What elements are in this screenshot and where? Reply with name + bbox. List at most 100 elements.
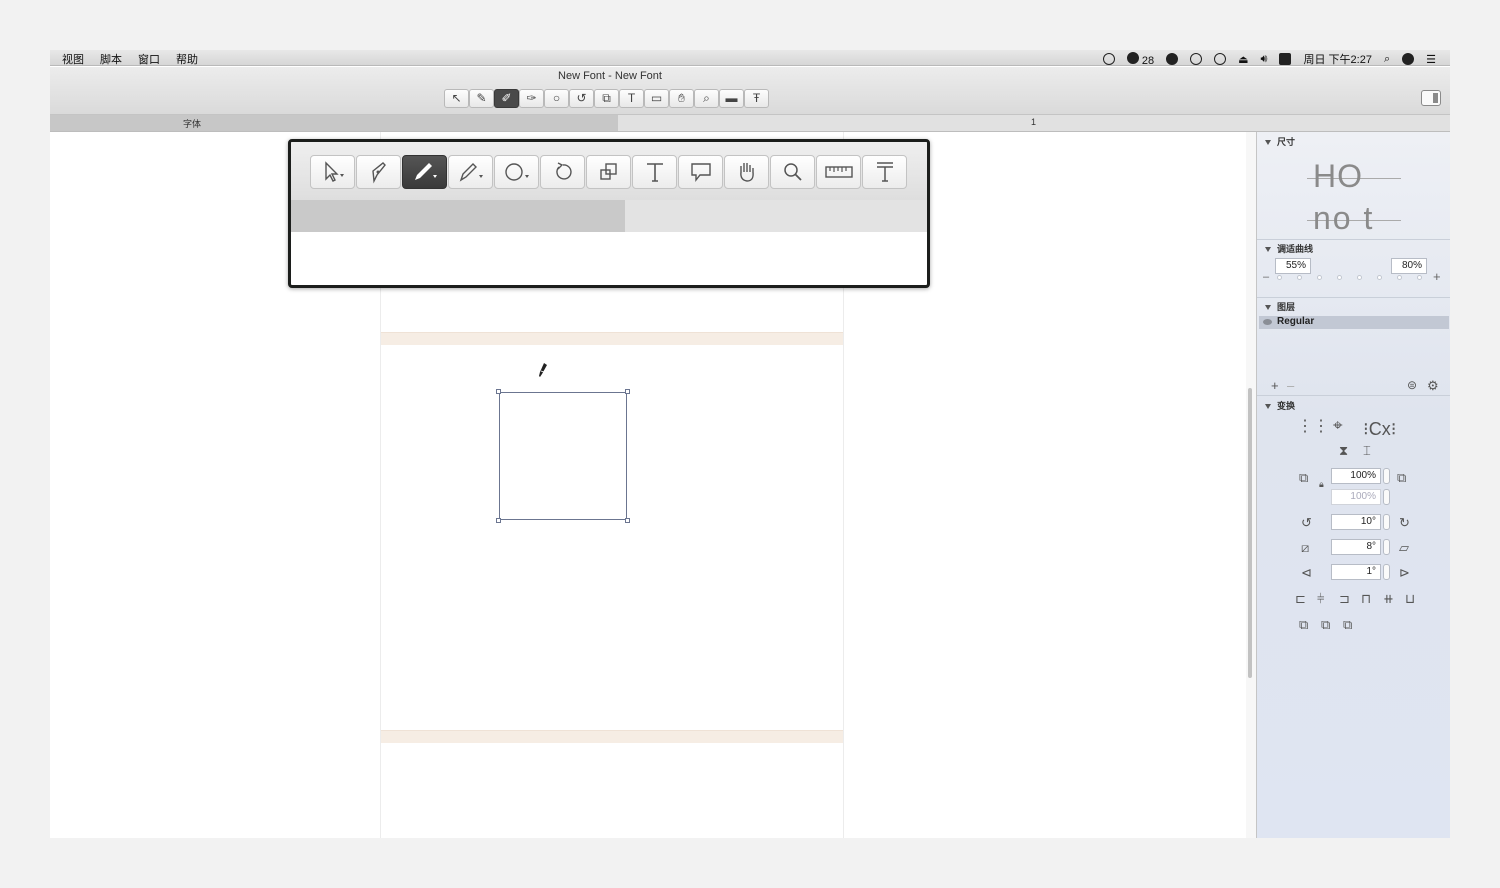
shape-circle-icon[interactable]: ○ xyxy=(544,89,569,108)
section-transform-header[interactable]: 变换 xyxy=(1265,399,1295,412)
tab-glyph[interactable]: 1 xyxy=(618,115,1450,131)
select-arrow-icon[interactable] xyxy=(310,155,355,189)
notification-center-icon[interactable]: ☰ xyxy=(1426,53,1436,66)
rotate-stepper[interactable] xyxy=(1383,514,1390,530)
scale-icon[interactable]: ⧉ xyxy=(594,89,619,108)
measure-ruler-icon[interactable] xyxy=(816,155,861,189)
remove-layer-icon[interactable]: – xyxy=(1287,379,1294,392)
draw-pen-icon[interactable] xyxy=(356,155,401,189)
siri-icon[interactable] xyxy=(1402,53,1415,65)
sync-status-icon[interactable] xyxy=(1102,53,1115,65)
minus-icon[interactable]: – xyxy=(1263,272,1269,283)
drawn-rectangle-path[interactable] xyxy=(496,389,630,523)
scale-x-field[interactable]: 100% xyxy=(1331,468,1381,484)
transform-origin-crosshair-icon[interactable]: ⌖ xyxy=(1333,417,1343,434)
scrollbar-thumb[interactable] xyxy=(1248,388,1252,678)
menu-help[interactable]: 帮助 xyxy=(176,51,198,67)
flip-horizontal-icon[interactable]: ⧗ xyxy=(1339,444,1348,457)
slant-field[interactable]: 8° xyxy=(1331,539,1381,555)
align-left-icon[interactable]: ⊏ xyxy=(1295,592,1306,605)
hand-icon[interactable]: ✋︎ xyxy=(669,89,694,108)
fit-curve-dot[interactable] xyxy=(1357,275,1362,280)
zoom-icon[interactable] xyxy=(770,155,815,189)
rotate-field[interactable]: 10° xyxy=(1331,514,1381,530)
add-layer-icon[interactable]: + xyxy=(1271,379,1279,392)
sidebar-toggle-button[interactable] xyxy=(1421,90,1441,106)
path-node[interactable] xyxy=(625,389,630,394)
fit-curve-dot[interactable] xyxy=(1277,275,1282,280)
scale-y-stepper[interactable] xyxy=(1383,489,1390,505)
rotate-icon[interactable] xyxy=(540,155,585,189)
slant-left-icon[interactable]: ⧄ xyxy=(1301,541,1309,554)
fit-curve-dot[interactable] xyxy=(1317,275,1322,280)
path-node-start[interactable] xyxy=(496,389,501,394)
section-layers-header[interactable]: 图层 xyxy=(1265,300,1295,313)
skew-down-icon[interactable]: ⊲ xyxy=(1301,566,1312,579)
menu-window[interactable]: 窗口 xyxy=(138,51,160,67)
menu-view[interactable]: 视图 xyxy=(62,51,84,67)
clock[interactable]: 周日 下午2:27 xyxy=(1303,51,1371,67)
fit-curve-dot[interactable] xyxy=(1297,275,1302,280)
rotate-cw-icon[interactable]: ↻ xyxy=(1399,516,1410,529)
calligraphy-pen-icon[interactable] xyxy=(448,155,493,189)
path-node[interactable] xyxy=(496,518,501,523)
fit-curve-presets[interactable]: – + xyxy=(1263,270,1445,283)
fit-curve-dot[interactable] xyxy=(1417,275,1422,280)
pencil-brush-icon[interactable] xyxy=(402,155,447,189)
layer-filter-icon[interactable]: ⊜ xyxy=(1407,379,1417,392)
skew-stepper[interactable] xyxy=(1383,564,1390,580)
annotation-bubble-icon[interactable]: ▭ xyxy=(644,89,669,108)
spotlight-search-icon[interactable]: ⌕ xyxy=(1384,53,1390,66)
fit-curve-dot[interactable] xyxy=(1337,275,1342,280)
transform-origin-grid-icon[interactable]: ⋮⋮ xyxy=(1297,419,1329,435)
shape-circle-icon[interactable] xyxy=(494,155,539,189)
bluetooth-icon[interactable] xyxy=(1214,53,1227,65)
annotation-bubble-icon[interactable] xyxy=(678,155,723,189)
fit-curve-dot[interactable] xyxy=(1397,275,1402,280)
align-center-h-icon[interactable]: ⫩ xyxy=(1317,592,1324,605)
metrics-text-icon[interactable]: Ŧ xyxy=(744,89,769,108)
flip-vertical-icon[interactable]: ⌶ xyxy=(1363,444,1371,457)
lock-proportions-icon[interactable]: 🔒︎ xyxy=(1319,478,1324,491)
skew-up-icon[interactable]: ⊳ xyxy=(1399,566,1410,579)
align-right-icon[interactable]: ⊐ xyxy=(1339,592,1350,605)
layer-visibility-eye-icon[interactable] xyxy=(1263,319,1272,325)
align-top-icon[interactable]: ⊓ xyxy=(1361,592,1371,605)
draw-pen-icon[interactable]: ✎ xyxy=(469,89,494,108)
path-node[interactable] xyxy=(625,518,630,523)
fit-curve-dot[interactable] xyxy=(1377,275,1382,280)
pencil-brush-icon[interactable]: ✐ xyxy=(494,89,519,108)
inspector-scrollbar[interactable] xyxy=(1246,132,1256,838)
text-tool-icon[interactable] xyxy=(632,155,677,189)
scale-icon[interactable] xyxy=(586,155,631,189)
tab-font[interactable]: 字体 xyxy=(50,115,618,131)
notification-group[interactable]: 28 xyxy=(1126,51,1154,67)
rotate-icon[interactable]: ↺ xyxy=(569,89,594,108)
scale-y-field[interactable]: 100% xyxy=(1331,489,1381,505)
slant-right-icon[interactable]: ▱ xyxy=(1399,541,1409,554)
transform-origin-cx-button[interactable]: ⁝Cx⁝ xyxy=(1363,420,1396,438)
scale-x-stepper[interactable] xyxy=(1383,468,1390,484)
text-tool-icon[interactable]: T xyxy=(619,89,644,108)
path-intersect-icon[interactable]: ⧉ xyxy=(1343,618,1352,631)
skew-field[interactable]: 1° xyxy=(1331,564,1381,580)
layer-settings-gear-icon[interactable]: ⚙ xyxy=(1427,379,1439,392)
align-center-v-icon[interactable]: ⧺ xyxy=(1383,592,1394,605)
input-method-icon[interactable] xyxy=(1279,53,1292,65)
select-arrow-icon[interactable]: ↖ xyxy=(444,89,469,108)
calligraphy-pen-icon[interactable]: ✑ xyxy=(519,89,544,108)
eject-icon[interactable]: ⏏ xyxy=(1238,53,1248,66)
path-subtract-icon[interactable]: ⧉ xyxy=(1321,618,1330,631)
app-status-icon[interactable] xyxy=(1166,53,1179,65)
layer-row-regular[interactable]: Regular xyxy=(1259,316,1449,329)
rotate-ccw-icon[interactable]: ↺ xyxy=(1301,516,1312,529)
section-dimensions-header[interactable]: 尺寸 xyxy=(1265,135,1295,148)
align-bottom-icon[interactable]: ⊔ xyxy=(1405,592,1415,605)
zoom-icon[interactable]: ⌕ xyxy=(694,89,719,108)
slant-stepper[interactable] xyxy=(1383,539,1390,555)
hand-icon[interactable] xyxy=(724,155,769,189)
gpu-icon[interactable] xyxy=(1190,53,1203,65)
scale-down-icon[interactable]: ⧉ xyxy=(1299,471,1308,484)
plus-icon[interactable]: + xyxy=(1433,270,1441,283)
path-union-icon[interactable]: ⧉ xyxy=(1299,618,1308,631)
